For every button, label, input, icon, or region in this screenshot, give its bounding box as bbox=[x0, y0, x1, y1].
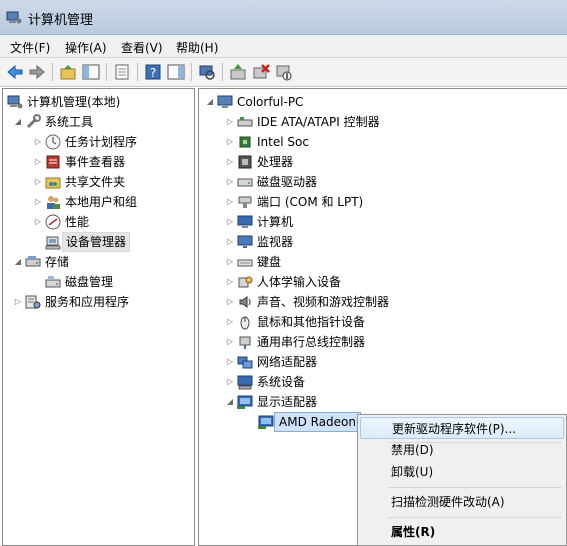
services-icon bbox=[25, 294, 41, 310]
system-tools-icon bbox=[25, 114, 41, 130]
expand-arrow-icon[interactable]: ▷ bbox=[225, 352, 235, 372]
menu-item-uninstall[interactable]: 卸载(U) bbox=[360, 461, 564, 483]
speaker-icon bbox=[237, 294, 253, 310]
hid-icon bbox=[237, 274, 253, 290]
uninstall-icon[interactable] bbox=[251, 62, 271, 82]
collapse-arrow-icon[interactable]: ◢ bbox=[225, 392, 235, 412]
computer-management-icon bbox=[7, 94, 23, 110]
back-arrow-icon[interactable] bbox=[5, 62, 25, 82]
ide-controller-icon bbox=[237, 114, 253, 130]
menu-file[interactable]: 文件(F) bbox=[10, 39, 50, 56]
display-adapter-icon bbox=[258, 414, 274, 430]
expand-arrow-icon[interactable]: ▷ bbox=[225, 212, 235, 232]
expand-arrow-icon[interactable]: ▷ bbox=[33, 152, 43, 172]
menu-separator bbox=[388, 517, 562, 518]
expand-arrow-icon[interactable]: ▷ bbox=[225, 272, 235, 292]
disable-device-icon[interactable] bbox=[274, 62, 294, 82]
navigation-tree-pane[interactable]: 计算机管理(本地) ◢ 系统工具 ▷ 任务计划程序 ▷ 事件查看器 ▷ 共享文件… bbox=[2, 88, 195, 546]
show-hide-tree-icon[interactable] bbox=[81, 62, 101, 82]
menu-action[interactable]: 操作(A) bbox=[65, 39, 107, 56]
expand-arrow-icon[interactable]: ▷ bbox=[225, 332, 235, 352]
clock-icon bbox=[45, 134, 61, 150]
toolbar: ? bbox=[0, 58, 567, 87]
menu-bar: 文件(F) 操作(A) 查看(V) 帮助(H) bbox=[0, 35, 567, 58]
svg-text:?: ? bbox=[150, 66, 156, 80]
expand-arrow-icon[interactable]: ▷ bbox=[225, 172, 235, 192]
expand-arrow-icon[interactable]: ▷ bbox=[225, 292, 235, 312]
event-viewer-icon bbox=[45, 154, 61, 170]
menu-item-properties[interactable]: 属性(R) bbox=[360, 521, 564, 543]
expand-arrow-icon[interactable]: ▷ bbox=[225, 192, 235, 212]
expand-arrow-icon[interactable]: ▷ bbox=[225, 372, 235, 392]
menu-help[interactable]: 帮助(H) bbox=[176, 39, 218, 56]
help-icon[interactable]: ? bbox=[143, 62, 163, 82]
expand-arrow-icon[interactable]: ▷ bbox=[225, 132, 235, 152]
expand-arrow-icon[interactable]: ▷ bbox=[33, 132, 43, 152]
storage-icon bbox=[25, 254, 41, 270]
expand-arrow-icon[interactable]: ▷ bbox=[225, 312, 235, 332]
performance-icon bbox=[45, 214, 61, 230]
expand-arrow-icon[interactable]: ▷ bbox=[13, 292, 23, 312]
computer-icon bbox=[237, 214, 253, 230]
port-icon bbox=[237, 194, 253, 210]
expand-arrow-icon[interactable]: ▷ bbox=[225, 152, 235, 172]
collapse-arrow-icon[interactable]: ◢ bbox=[13, 112, 23, 132]
processor-icon bbox=[237, 154, 253, 170]
title-bar: 计算机管理 bbox=[0, 0, 567, 35]
device-manager-icon bbox=[45, 234, 61, 250]
computer-icon bbox=[217, 94, 233, 110]
expand-arrow-icon[interactable]: ▷ bbox=[225, 232, 235, 252]
device-context-menu: 更新驱动程序软件(P)... 禁用(D) 卸载(U) 扫描检测硬件改动(A) 属… bbox=[357, 414, 567, 546]
expand-arrow-icon[interactable]: ▷ bbox=[225, 252, 235, 272]
menu-separator bbox=[388, 487, 562, 488]
expand-arrow-icon[interactable]: ▷ bbox=[33, 212, 43, 232]
menu-item-scan-hardware[interactable]: 扫描检测硬件改动(A) bbox=[360, 491, 564, 513]
disk-management-icon bbox=[45, 274, 61, 290]
expand-arrow-icon[interactable]: ▷ bbox=[33, 172, 43, 192]
computer-management-icon bbox=[6, 9, 22, 25]
display-adapter-icon bbox=[237, 394, 253, 410]
up-folder-icon[interactable] bbox=[58, 62, 78, 82]
export-list-icon[interactable] bbox=[112, 62, 132, 82]
collapse-arrow-icon[interactable]: ◢ bbox=[205, 92, 215, 112]
window-title: 计算机管理 bbox=[28, 13, 94, 28]
update-driver-icon[interactable] bbox=[228, 62, 248, 82]
forward-arrow-icon[interactable] bbox=[27, 62, 47, 82]
mouse-icon bbox=[237, 314, 253, 330]
keyboard-icon bbox=[237, 254, 253, 270]
collapse-arrow-icon[interactable]: ◢ bbox=[13, 252, 23, 272]
usb-icon bbox=[237, 334, 253, 350]
users-icon bbox=[45, 194, 61, 210]
scan-hardware-icon[interactable] bbox=[197, 62, 217, 82]
system-device-icon bbox=[237, 374, 253, 390]
menu-item-disable[interactable]: 禁用(D) bbox=[360, 439, 564, 461]
menu-item-update-driver[interactable]: 更新驱动程序软件(P)... bbox=[360, 417, 564, 439]
shared-folder-icon bbox=[45, 174, 61, 190]
network-icon bbox=[237, 354, 253, 370]
expand-arrow-icon[interactable]: ▷ bbox=[33, 192, 43, 212]
monitor-icon bbox=[237, 234, 253, 250]
action-pane-icon[interactable] bbox=[166, 62, 186, 82]
expand-arrow-icon[interactable]: ▷ bbox=[225, 112, 235, 132]
disk-drive-icon bbox=[237, 174, 253, 190]
menu-view[interactable]: 查看(V) bbox=[121, 39, 163, 56]
chip-icon bbox=[237, 134, 253, 150]
